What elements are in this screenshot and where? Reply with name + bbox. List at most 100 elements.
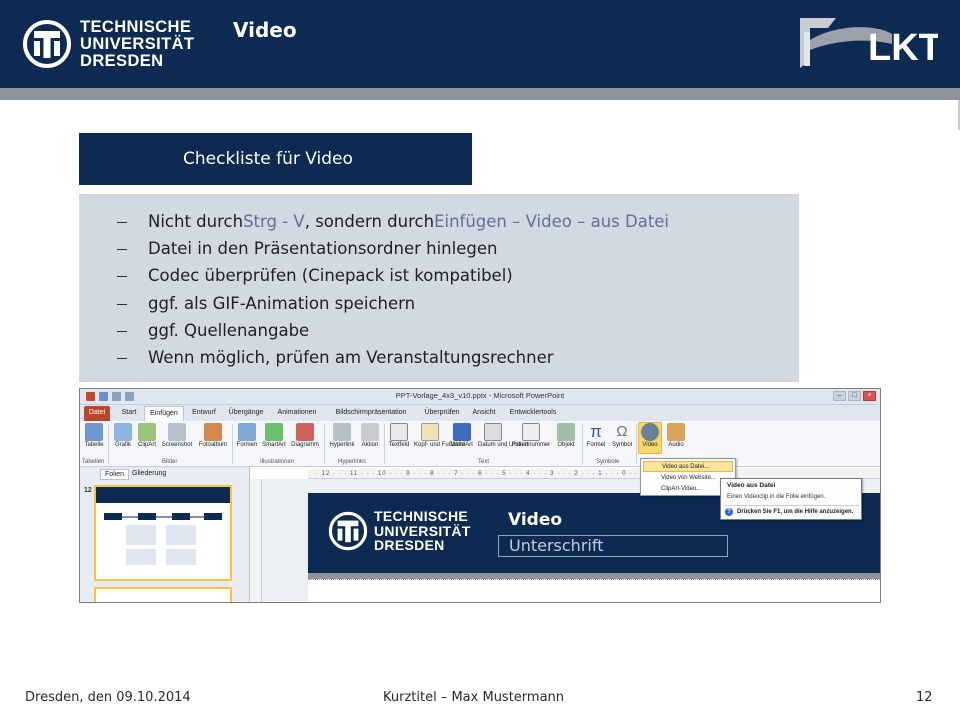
- footer-date: Dresden, den 09.10.2014: [25, 690, 191, 705]
- list-item: Codec überprüfen (Cinepack ist kompatibe…: [117, 262, 669, 289]
- group-label-illustrationen: Illustrationen: [260, 459, 295, 465]
- separator: [582, 424, 583, 464]
- header-footer-button[interactable]: Kopf- und Fußzeile: [414, 423, 465, 449]
- thumbnail-header: [96, 487, 230, 503]
- separator: [384, 424, 385, 464]
- list-item: ggf. als GIF-Animation speichern: [117, 290, 669, 317]
- tab-gliederung[interactable]: Gliederung: [128, 469, 170, 480]
- action-button[interactable]: Aktion: [358, 423, 382, 449]
- tab-uebergaenge[interactable]: Übergänge: [224, 406, 268, 421]
- dash-bullet: [117, 330, 127, 332]
- maximize-icon[interactable]: □: [848, 391, 861, 401]
- window-titlebar: PPT-Vorlage_4x3_v10.pptx - Microsoft Pow…: [80, 389, 880, 405]
- slide-number-icon: [522, 423, 540, 441]
- dash-bullet: [117, 249, 127, 251]
- page-title: Video: [233, 18, 297, 42]
- tab-entwurf[interactable]: Entwurf: [188, 406, 220, 421]
- audio-button[interactable]: Audio: [664, 423, 688, 449]
- ribbon-tabs: Datei Start Einfügen Entwurf Übergänge A…: [80, 405, 880, 421]
- table-icon: [85, 423, 103, 441]
- globe-icon: [333, 423, 351, 441]
- hyperlink-button[interactable]: Hyperlink: [328, 423, 356, 449]
- help-icon: ?: [725, 508, 733, 516]
- chart-button[interactable]: Diagramm: [290, 423, 320, 449]
- video-button[interactable]: Video: [638, 422, 662, 454]
- omega-icon: Ω: [616, 423, 628, 440]
- window-controls: – □ ×: [833, 391, 876, 401]
- clipart-button[interactable]: ClipArt: [136, 423, 158, 449]
- tab-start[interactable]: Start: [116, 406, 142, 421]
- formula-button[interactable]: π Formel: [584, 423, 608, 449]
- tab-einfuegen[interactable]: Einfügen: [144, 406, 184, 421]
- shapes-button[interactable]: Formen: [236, 423, 258, 449]
- edited-slide-title[interactable]: Video: [508, 510, 562, 530]
- object-icon: [557, 423, 575, 441]
- menu-item-video-aus-datei[interactable]: Video aus Datei...: [643, 461, 733, 472]
- textbox-button[interactable]: Textfeld: [386, 423, 412, 449]
- tud-wordmark: TECHNISCHE UNIVERSITÄT DRESDEN: [374, 508, 471, 553]
- date-time-button[interactable]: Datum und Uhrzeit: [478, 423, 528, 449]
- tooltip-divider: [725, 505, 859, 506]
- textbox-icon: [390, 423, 408, 441]
- lkt-logo: LKT: [800, 18, 938, 69]
- wordart-icon: [453, 423, 471, 441]
- footer-title: Kurztitel – Max Mustermann: [383, 690, 565, 705]
- edited-slide-subtitle[interactable]: Unterschrift: [498, 535, 728, 557]
- separator: [108, 424, 109, 464]
- vertical-ruler[interactable]: [250, 479, 262, 602]
- checklist: Nicht durch Strg - V, sondern durch Einf…: [117, 208, 669, 371]
- shapes-icon: [238, 423, 256, 441]
- window-title: PPT-Vorlage_4x3_v10.pptx - Microsoft Pow…: [395, 391, 565, 400]
- slides-pane: Folien Gliederung 12: [80, 467, 250, 602]
- tud-logo: TECHNISCHE UNIVERSITÄT DRESDEN: [22, 18, 194, 70]
- slide-thumbnail-next[interactable]: [94, 587, 232, 602]
- screenshot-button[interactable]: Screenshot: [160, 423, 194, 449]
- slide-number: 12: [84, 487, 92, 494]
- group-label-tabellen: Tabellen: [82, 459, 105, 465]
- object-button[interactable]: Objekt: [554, 423, 578, 449]
- list-item: Wenn möglich, prüfen am Veranstaltungsre…: [117, 344, 669, 371]
- separator: [324, 424, 325, 464]
- photoalbum-button[interactable]: Fotoalbum: [196, 423, 230, 449]
- tab-bildschirmpraesentation[interactable]: Bildschirmpräsentation: [326, 406, 416, 421]
- header-strip: [0, 88, 960, 100]
- minimize-icon[interactable]: –: [833, 391, 846, 401]
- tab-folien[interactable]: Folien: [100, 469, 130, 480]
- dash-bullet: [117, 276, 127, 278]
- header-footer-icon: [421, 423, 439, 441]
- tab-animationen[interactable]: Animationen: [272, 406, 322, 421]
- photoalbum-icon: [204, 423, 222, 441]
- film-reel-icon: [641, 423, 659, 441]
- table-button[interactable]: Tabelle: [82, 423, 106, 449]
- calendar-icon: [484, 423, 502, 441]
- pi-icon: π: [590, 422, 602, 441]
- dash-bullet: [117, 303, 127, 305]
- group-label-bilder: Bilder: [162, 459, 178, 465]
- group-label-text: Text: [478, 459, 490, 465]
- lkt-wordmark: LKT: [868, 27, 938, 69]
- smartart-icon: [265, 423, 283, 441]
- tab-ueberpruefen[interactable]: Überprüfen: [420, 406, 464, 421]
- screenshot-icon: [168, 423, 186, 441]
- separator: [636, 424, 637, 464]
- tud-emblem-icon: [23, 20, 71, 68]
- separator: [232, 424, 233, 464]
- slide-number-button[interactable]: Foliennummer: [510, 423, 552, 449]
- tab-datei[interactable]: Datei: [84, 406, 110, 421]
- picture-icon: [114, 423, 132, 441]
- tab-ansicht[interactable]: Ansicht: [468, 406, 500, 421]
- clipart-icon: [138, 423, 156, 441]
- thumbnail-diagram: [104, 513, 222, 565]
- edited-slide-logo: TECHNISCHE UNIVERSITÄT DRESDEN: [328, 509, 471, 553]
- smartart-button[interactable]: SmartArt: [260, 423, 288, 449]
- dash-bullet: [117, 222, 127, 224]
- edited-slide-body[interactable]: [308, 579, 880, 602]
- slide-thumbnail[interactable]: [94, 485, 232, 581]
- tud-emblem-icon: [328, 511, 368, 550]
- action-icon: [361, 423, 379, 441]
- picture-button[interactable]: Grafik: [112, 423, 134, 449]
- tab-entwicklertools[interactable]: Entwicklertools: [504, 406, 562, 421]
- close-icon[interactable]: ×: [863, 391, 876, 401]
- symbol-button[interactable]: Ω Symbol: [610, 423, 634, 449]
- wordart-button[interactable]: WordArt: [448, 423, 476, 449]
